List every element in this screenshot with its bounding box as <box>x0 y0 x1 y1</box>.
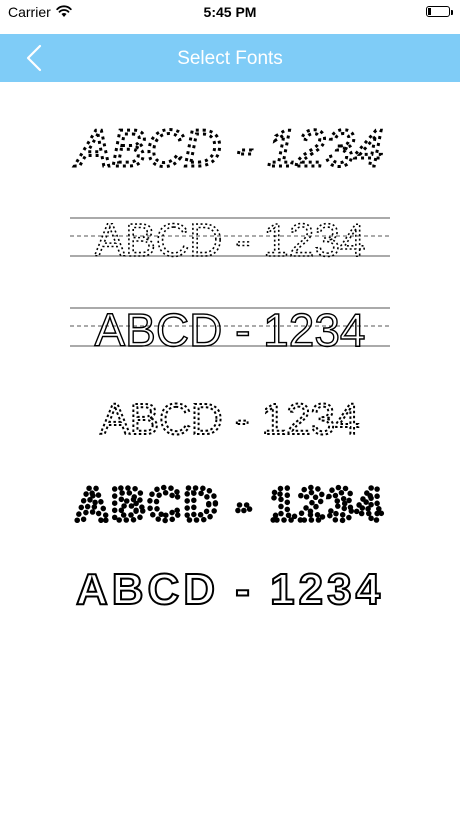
clock: 5:45 PM <box>203 4 257 20</box>
font-preview-dotted-print: ABCD - 1234 <box>72 119 384 180</box>
font-preview-text: ABCD - 1234 <box>76 565 384 614</box>
font-preview-guided-solid: ABCD - 1234 <box>70 303 390 357</box>
font-option-dotted-print[interactable]: ABCD - 1234 <box>60 112 400 182</box>
font-preview-dot-filled: ABCD - 1234 <box>73 475 385 533</box>
font-option-guided-dotted[interactable]: ABCD - 1234 <box>60 204 400 274</box>
font-preview-guided-dotted: ABCD - 1234 <box>70 213 390 267</box>
page-title: Select Fonts <box>177 48 283 69</box>
font-option-dot-filled[interactable]: ABCD - 1234 <box>60 466 400 536</box>
font-option-guided-solid[interactable]: ABCD - 1234 <box>60 294 400 364</box>
font-preview-cartoon-outline: ABCD - 1234 <box>75 564 384 615</box>
status-bar: Carrier 5:45 PM <box>0 0 460 24</box>
nav-bar: Select Fonts <box>0 34 460 82</box>
font-preview-text: ABCD - 1234 <box>94 214 365 266</box>
font-option-dashed-outline[interactable]: ABCD - 1234 <box>60 382 400 452</box>
font-preview-text: ABCD - 1234 <box>100 395 359 444</box>
font-preview-dashed-outline: ABCD - 1234 <box>99 394 360 445</box>
font-option-cartoon-outline[interactable]: ABCD - 1234 <box>60 550 400 620</box>
font-preview-text: ABCD - 1234 <box>94 304 365 356</box>
font-preview-text: ABCD - 1234 <box>74 120 383 178</box>
battery-icon <box>426 6 453 17</box>
font-preview-text: ABCD - 1234 <box>75 478 384 530</box>
